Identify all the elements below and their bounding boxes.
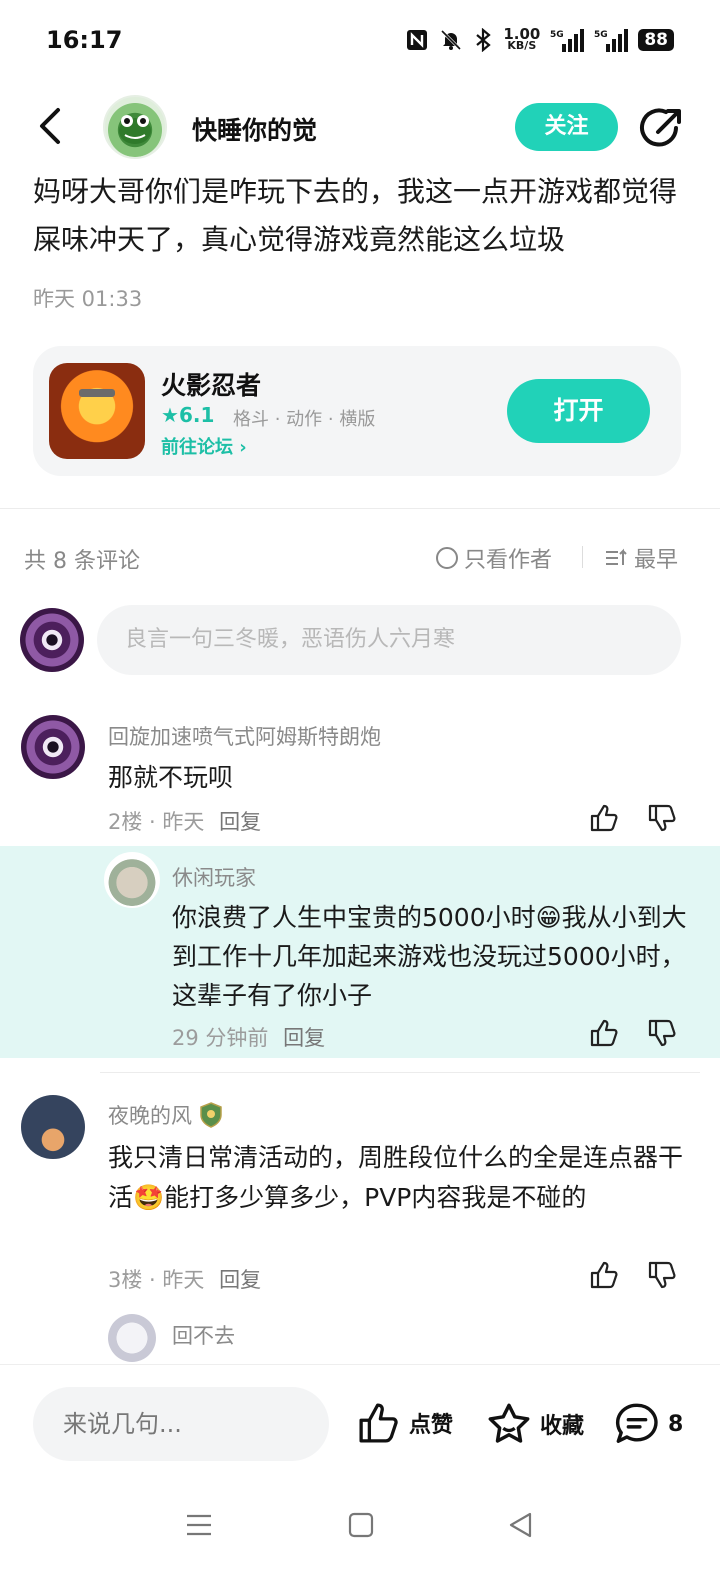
comment-author-row[interactable]: 夜晚的风 [108,1100,224,1130]
menu-icon[interactable] [184,1510,214,1540]
thumbs-down-icon[interactable] [646,1017,678,1049]
thumbs-up-icon[interactable] [588,1259,620,1291]
post-time: 昨天 01:33 [33,287,143,311]
game-tags: 格斗 · 动作 · 横版 [233,409,376,430]
back-triangle-icon[interactable] [506,1510,536,1540]
bluetooth-icon [476,28,492,52]
comment-avatar[interactable] [21,1095,85,1159]
thumbs-down-icon[interactable] [646,802,678,834]
divider [0,508,720,509]
reply-input[interactable]: 来说几句... [33,1387,329,1461]
sort-icon [606,548,627,565]
nfc-icon [407,30,428,50]
game-name: 火影忍者 [161,371,262,400]
back-arrow-icon[interactable] [32,104,72,148]
comment-meta: 3楼 · 昨天 回复 [108,1268,262,1292]
author-avatar[interactable] [103,95,167,159]
my-avatar [20,608,84,672]
share-icon[interactable] [638,106,684,152]
home-icon[interactable] [346,1510,376,1540]
comment-input[interactable]: 良言一句三冬暖，恶语伤人六月寒 [97,605,681,675]
radio-circle-icon [436,547,458,569]
author-name[interactable]: 快睡你的觉 [192,111,317,147]
comment-meta: 2楼 · 昨天 回复 [108,810,262,834]
comment-count-badge: 8 [668,1411,684,1437]
chevron-right-icon: › [239,437,247,458]
star-outline-icon [488,1403,530,1443]
star-icon: ★ [161,403,179,427]
signal-icon: 5G [550,29,585,52]
reply-button[interactable]: 回复 [219,1268,261,1292]
bottom-action-bar: 来说几句... 点赞 收藏 8 [0,1364,720,1484]
game-app-icon[interactable] [49,363,145,459]
reply-avatar[interactable] [108,1314,156,1362]
mute-bell-icon [441,29,462,51]
game-rating: ★6.1 [161,403,215,427]
comment-avatar[interactable] [21,715,85,779]
svg-text:5G: 5G [594,30,608,40]
comment-bubble-icon [615,1403,658,1443]
frog-avatar-icon [119,115,151,144]
divider [582,546,583,568]
status-icons: 1.00 KB/S 5G 5G 88 [405,25,674,52]
svg-text:5G: 5G [550,30,564,40]
author-only-toggle[interactable]: 只看作者 [436,542,552,574]
status-bar: 16:17 1.00 KB/S 5G 5G 88 [0,0,720,84]
like-button[interactable]: 点赞 [357,1401,453,1445]
system-nav-bar [0,1484,720,1584]
divider [100,1072,700,1073]
reply-button[interactable]: 回复 [283,1026,325,1050]
open-game-button[interactable]: 打开 [507,379,650,443]
forum-link[interactable]: 前往论坛 › [161,433,247,459]
comment-meta: 29 分钟前 回复 [172,1026,326,1050]
comment-author[interactable]: 回不去 [172,1320,235,1350]
game-card[interactable]: 火影忍者 ★6.1 格斗 · 动作 · 横版 前往论坛 › 打开 [33,346,681,476]
comment-author[interactable]: 回旋加速喷气式阿姆斯特朗炮 [108,721,381,751]
comment-text: 我只清日常清活动的，周胜段位什么的全是连点器干活🤩能打多少算多少，PVP内容我是… [108,1143,684,1212]
signal-icon-2: 5G [594,29,629,52]
level-badge-icon [200,1102,222,1128]
battery-indicator: 88 [638,29,674,51]
reply-button[interactable]: 回复 [219,810,261,834]
comment-text: 那就不玩呗 [108,763,234,792]
thumbs-up-icon[interactable] [588,1017,620,1049]
thumbs-up-icon[interactable] [588,802,620,834]
thumbs-up-icon [359,1403,398,1443]
comment-text: 你浪费了人生中宝贵的5000小时😁我从小到大到工作十几年加起来游戏也没玩过500… [172,903,687,1010]
comment-author[interactable]: 休闲玩家 [172,862,256,892]
follow-button[interactable]: 关注 [515,103,618,151]
status-time: 16:17 [46,26,123,54]
favorite-button[interactable]: 收藏 [486,1401,584,1447]
reply-avatar[interactable] [104,852,160,908]
post-text: 妈呀大哥你们是咋玩下去的，我这一点开游戏都觉得屎味冲天了，真心觉得游戏竟然能这么… [33,175,678,256]
thumbs-down-icon[interactable] [646,1259,678,1291]
comment-count: 共 8 条评论 [24,549,140,574]
comments-button[interactable]: 8 [614,1401,683,1447]
net-speed: 1.00 KB/S [503,25,541,52]
post-header: 快睡你的觉 关注 [0,90,720,166]
sort-button[interactable]: 最早 [604,542,678,574]
